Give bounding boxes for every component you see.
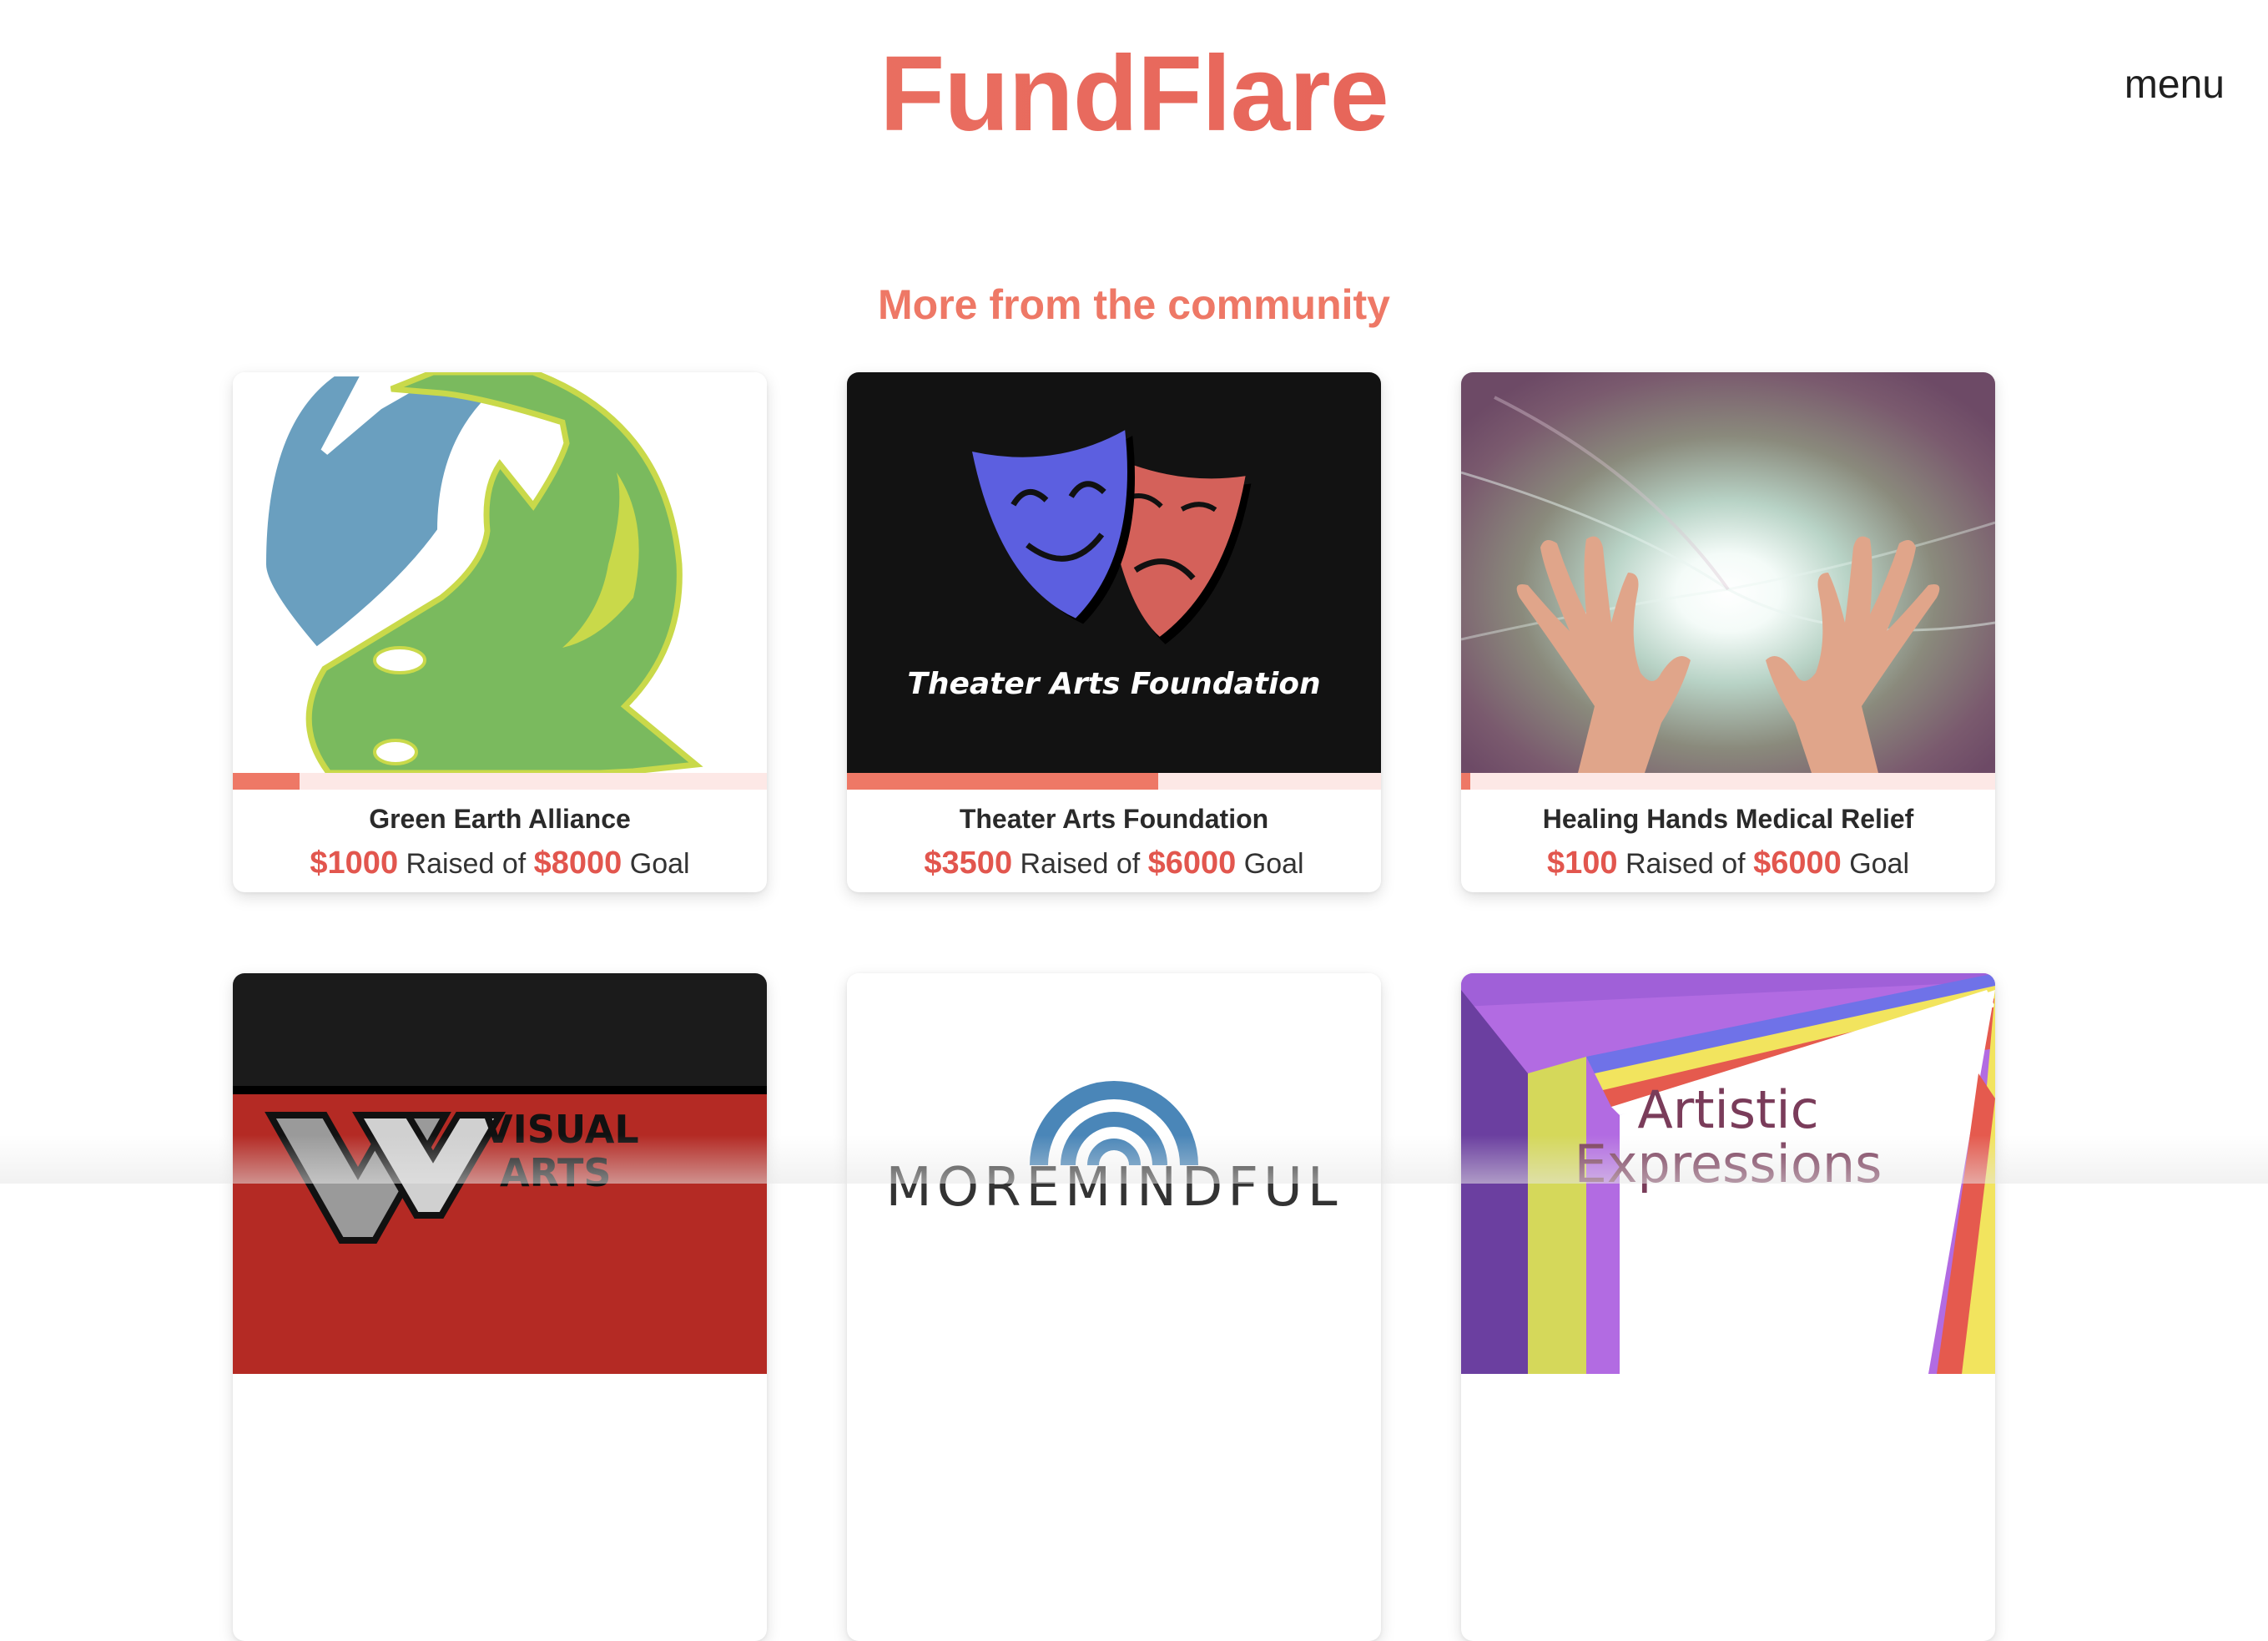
goal-label: Goal — [629, 848, 690, 880]
artistic-logo-text-1: Artistic — [1637, 1079, 1818, 1140]
campaign-name: Green Earth Alliance — [369, 804, 631, 834]
campaign-name: Healing Hands Medical Relief — [1542, 804, 1914, 834]
raised-amount: $3500 — [924, 846, 1013, 881]
funding-progress-bar — [233, 773, 767, 790]
funding-progress-fill — [1461, 773, 1470, 790]
campaign-card-green-earth[interactable]: Green Earth Alliance $1000 Raised of $80… — [233, 372, 767, 892]
funding-summary: $1000 Raised of $8000 Goal — [233, 840, 767, 887]
funding-progress-bar — [847, 773, 1381, 790]
funding-summary: $3500 Raised of $6000 Goal — [847, 840, 1381, 887]
campaign-card-healing-hands[interactable]: Healing Hands Medical Relief $100 Raised… — [1461, 372, 1995, 892]
raised-amount: $100 — [1546, 846, 1618, 881]
campaign-card-theater-arts[interactable]: Theater Arts Foundation Theater Arts Fou… — [847, 372, 1381, 892]
menu-button[interactable]: menu — [2124, 60, 2225, 110]
brand-logo[interactable]: FundFlare — [0, 32, 2268, 157]
campaign-name: Theater Arts Foundation — [959, 804, 1269, 834]
goal-label: Goal — [1243, 848, 1304, 880]
section-title: More from the community — [878, 281, 1390, 328]
funding-progress-fill — [847, 773, 1159, 790]
mindful-logo-image: MOREMINDFUL — [847, 973, 1381, 1374]
artistic-expressions-logo-image: Artistic Expressions — [1461, 973, 1995, 1374]
campaign-card-visual-arts[interactable]: VISUAL ARTS — [233, 973, 767, 1641]
visual-arts-logo-image: VISUAL ARTS — [233, 973, 767, 1374]
raised-amount: $1000 — [310, 846, 399, 881]
site-header: FundFlare menu — [0, 0, 2268, 167]
campaign-card-artistic-expressions[interactable]: Artistic Expressions — [1461, 973, 1995, 1641]
mindful-logo-text: MOREMINDFUL — [885, 1157, 1342, 1219]
green-earth-logo-image — [233, 372, 767, 773]
goal-amount: $8000 — [533, 846, 622, 881]
healing-hands-photo — [1461, 372, 1995, 773]
funding-progress-bar — [1461, 773, 1995, 790]
visual-arts-text-1: VISUAL — [483, 1107, 639, 1152]
goal-amount: $6000 — [1147, 846, 1237, 881]
theater-logo-caption: Theater Arts Foundation — [907, 667, 1320, 701]
artistic-logo-text-2: Expressions — [1575, 1134, 1882, 1194]
theater-masks-logo-image: Theater Arts Foundation — [847, 372, 1381, 773]
visual-arts-text-2: ARTS — [500, 1150, 611, 1195]
campaign-card-mindful[interactable]: MOREMINDFUL — [847, 973, 1381, 1641]
goal-amount: $6000 — [1753, 846, 1842, 881]
raised-label: Raised of — [406, 848, 527, 880]
funding-progress-fill — [233, 773, 300, 790]
funding-summary: $100 Raised of $6000 Goal — [1461, 840, 1995, 887]
raised-label: Raised of — [1020, 848, 1141, 880]
raised-label: Raised of — [1625, 848, 1746, 880]
goal-label: Goal — [1849, 848, 1910, 880]
